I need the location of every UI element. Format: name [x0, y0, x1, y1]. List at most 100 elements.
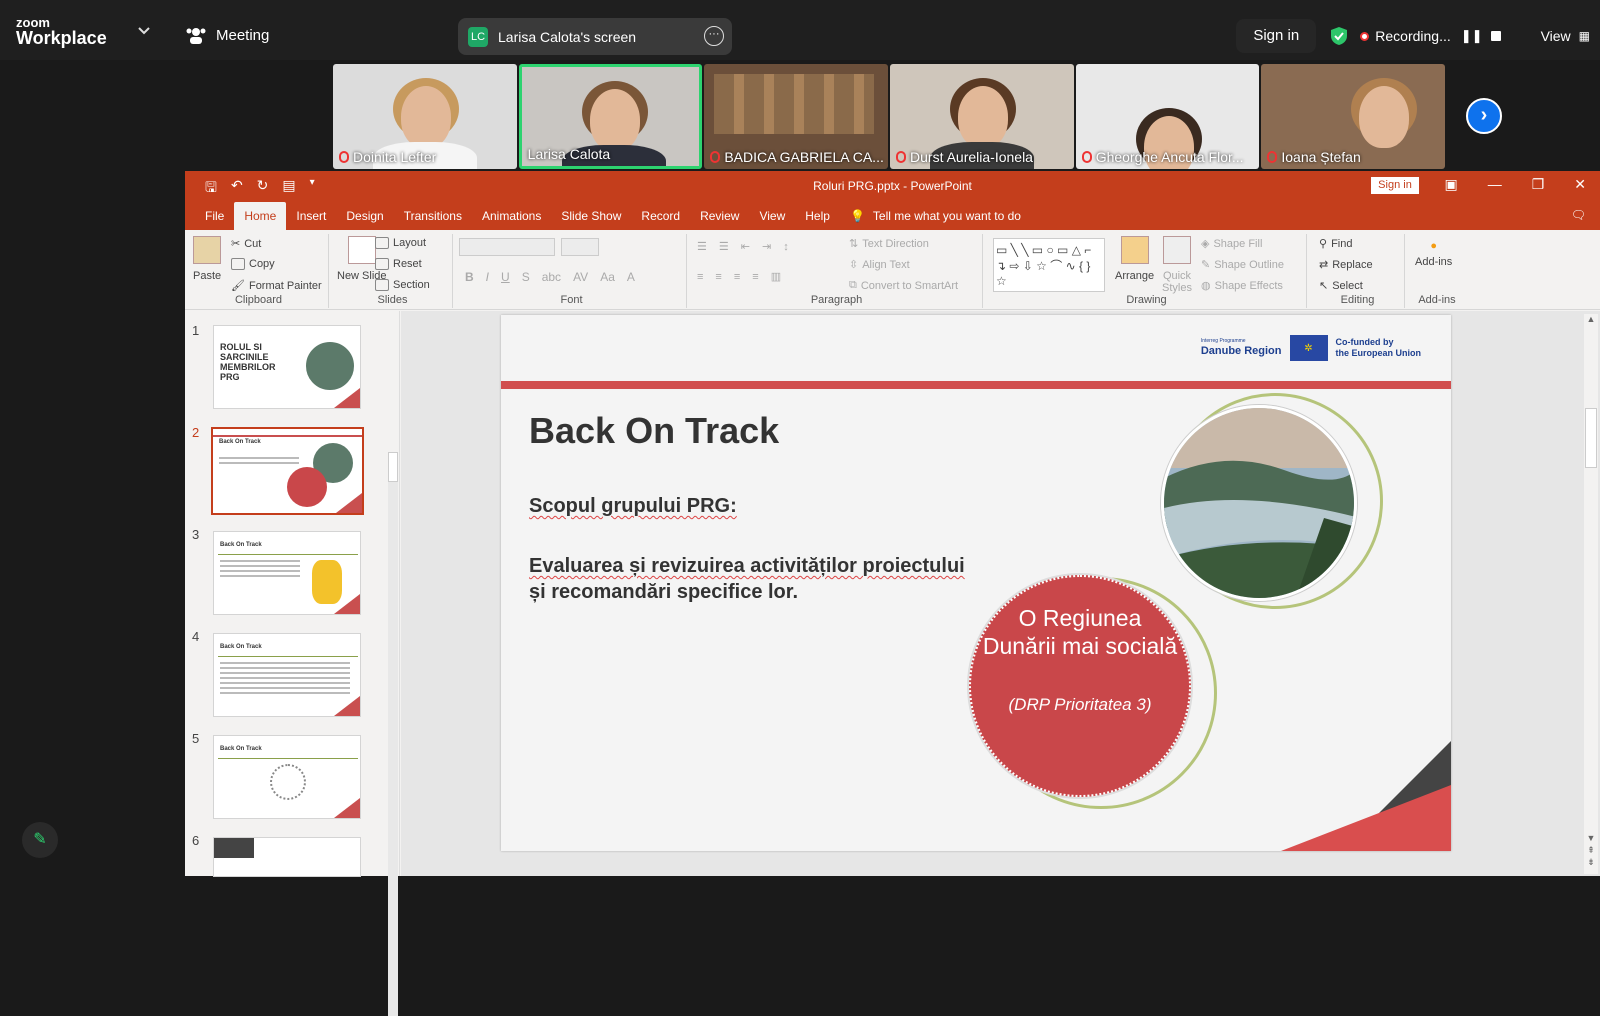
copy-button[interactable]: Copy — [231, 258, 275, 270]
more-options-icon[interactable]: ··· — [704, 26, 724, 46]
numbering-icon[interactable]: ☰ — [719, 240, 729, 253]
layout-button[interactable]: Layout — [375, 237, 426, 249]
tab-design[interactable]: Design — [336, 202, 393, 230]
align-center-icon[interactable]: ≡ — [715, 271, 721, 283]
tab-view[interactable]: View — [749, 202, 795, 230]
meeting-menu-button[interactable]: Meeting — [186, 26, 269, 44]
danube-river-photo[interactable] — [1161, 405, 1357, 601]
bullets-icon[interactable]: ☰ — [697, 240, 707, 253]
participant-tile[interactable]: Durst Aurelia-Ionela — [890, 64, 1074, 169]
tab-home[interactable]: Home — [234, 202, 287, 230]
priority-circle[interactable]: O Regiunea Dunării mai socială (DRP Prio… — [969, 575, 1191, 797]
slide-body[interactable]: Evaluarea și revizuirea activităților pr… — [529, 553, 1049, 605]
recording-status: Recording... — [1375, 28, 1451, 44]
strikethrough-icon[interactable]: abc — [542, 270, 561, 284]
ribbon-display-icon[interactable]: ▣ — [1444, 176, 1457, 193]
paste-button[interactable]: Paste — [193, 236, 221, 282]
scroll-thumb[interactable] — [388, 452, 398, 482]
editor-scrollbar[interactable]: ▲ ▼ ⇞ ⇟ — [1584, 314, 1598, 874]
format-painter-button[interactable]: 🖌 Format Painter — [231, 279, 322, 293]
line-spacing-icon[interactable]: ↕ — [783, 241, 789, 253]
tell-me-search[interactable]: 💡 Tell me what you want to do — [840, 202, 1031, 230]
shield-check-icon[interactable] — [1330, 26, 1348, 46]
scroll-down-icon[interactable]: ▼ ⇞ ⇟ — [1584, 832, 1598, 868]
annotate-pen-button[interactable]: ✎ — [22, 822, 58, 858]
gallery-next-button[interactable]: › — [1466, 98, 1502, 134]
participant-tile[interactable]: Ioana Ștefan — [1261, 64, 1446, 169]
arrange-button[interactable]: Arrange — [1115, 236, 1154, 282]
shape-effects-button[interactable]: ◍ Shape Effects — [1201, 279, 1283, 293]
justify-icon[interactable]: ≡ — [752, 271, 758, 283]
tab-slide-show[interactable]: Slide Show — [551, 202, 631, 230]
tab-animations[interactable]: Animations — [472, 202, 551, 230]
text-direction-button[interactable]: ⇅ Text Direction — [849, 237, 929, 251]
tab-record[interactable]: Record — [631, 202, 690, 230]
convert-smartart-button[interactable]: ⧉ Convert to SmartArt — [849, 279, 958, 292]
cut-button[interactable]: ✂ Cut — [231, 237, 262, 251]
shape-fill-button[interactable]: ◈ Shape Fill — [1201, 237, 1262, 251]
underline-icon[interactable]: U — [501, 270, 510, 284]
lightbulb-icon: 💡 — [849, 209, 865, 223]
font-family-select[interactable] — [459, 238, 555, 256]
participant-tile[interactable]: BADICA GABRIELA CA... — [704, 64, 889, 169]
share-label: Larisa Calota's screen — [498, 28, 637, 45]
decrease-indent-icon[interactable]: ⇤ — [741, 240, 750, 253]
comments-icon[interactable]: 🗨 — [1571, 208, 1586, 222]
character-spacing-icon[interactable]: AV — [573, 270, 588, 284]
slide-thumbnail[interactable]: ROLUL SI SARCINILE MEMBRILOR PRG — [213, 325, 361, 409]
cut-label: Cut — [244, 237, 262, 250]
slide-thumbnail[interactable] — [213, 837, 361, 877]
slide-thumbnail[interactable]: Back On Track — [213, 531, 361, 615]
slide-thumbnail[interactable]: Back On Track — [213, 633, 361, 717]
bold-icon[interactable]: B — [465, 270, 474, 284]
increase-indent-icon[interactable]: ⇥ — [762, 240, 771, 253]
columns-icon[interactable]: ▥ — [771, 270, 781, 283]
font-color-icon[interactable]: A — [627, 270, 635, 284]
tab-file[interactable]: File — [195, 202, 234, 230]
shared-screen-pill[interactable]: LC Larisa Calota's screen ··· — [458, 18, 732, 55]
shapes-gallery[interactable]: ▭ ╲ ╲ ▭ ○ ▭ △ ⌐ ↴ ⇨ ⇩ ☆ ⌒ ∿ { } ☆ — [993, 238, 1105, 292]
tab-transitions[interactable]: Transitions — [394, 202, 472, 230]
participant-tile[interactable]: Doinita Lefter — [333, 64, 517, 169]
thumbnail-scrollbar[interactable] — [388, 452, 398, 1016]
font-size-select[interactable] — [561, 238, 599, 256]
find-button[interactable]: ⚲ Find — [1319, 237, 1352, 251]
align-text-icon: ⇳ — [849, 259, 859, 271]
change-case-icon[interactable]: Aa — [600, 270, 615, 284]
slide-thumbnail-selected[interactable]: Back On Track — [211, 427, 364, 515]
reset-button[interactable]: Reset — [375, 258, 422, 270]
replace-button[interactable]: ⇄ Replace — [1319, 258, 1373, 272]
tab-review[interactable]: Review — [690, 202, 749, 230]
scroll-thumb[interactable] — [1585, 408, 1597, 468]
zoom-top-bar: zoom Workplace Meeting LC Larisa Calota'… — [0, 0, 1600, 60]
shape-outline-button[interactable]: ✎ Shape Outline — [1201, 258, 1284, 272]
align-right-icon[interactable]: ≡ — [734, 271, 740, 283]
chevron-down-icon[interactable] — [138, 26, 150, 36]
close-icon[interactable]: ✕ — [1574, 176, 1586, 193]
current-slide[interactable]: Interreg Programme Danube Region ✲ Co-fun… — [501, 315, 1451, 851]
ppt-sign-in-button[interactable]: Sign in — [1371, 177, 1419, 194]
align-left-icon[interactable]: ≡ — [697, 271, 703, 283]
quick-styles-button[interactable]: Quick Styles — [1159, 236, 1195, 294]
slide-title[interactable]: Back On Track — [529, 410, 779, 452]
align-text-button[interactable]: ⇳ Align Text — [849, 258, 910, 272]
slide-thumbnail[interactable]: Back On Track — [213, 735, 361, 819]
select-button[interactable]: ↖ Select — [1319, 279, 1363, 293]
minimize-icon[interactable]: — — [1488, 176, 1502, 193]
participant-tile[interactable]: Larisa Calota — [518, 64, 703, 169]
slide-subtitle[interactable]: Scopul grupului PRG: — [529, 495, 737, 518]
section-button[interactable]: Section — [375, 279, 430, 291]
addins-button[interactable]: ● Add-ins — [1415, 240, 1452, 268]
participant-tile[interactable]: Gheorghe Ancuta Flor... — [1075, 64, 1260, 169]
italic-icon[interactable]: I — [486, 270, 489, 284]
powerpoint-window: 🖫 ↶ ↻ ▤ ▾ Roluri PRG.pptx - PowerPoint S… — [185, 171, 1600, 1016]
tab-help[interactable]: Help — [795, 202, 840, 230]
shadow-icon[interactable]: S — [522, 270, 530, 284]
scroll-up-icon[interactable]: ▲ — [1584, 314, 1598, 326]
stop-recording-icon[interactable] — [1490, 31, 1501, 41]
view-button[interactable]: View ▦ — [1541, 28, 1590, 44]
tab-insert[interactable]: Insert — [286, 202, 336, 230]
sign-in-button[interactable]: Sign in — [1236, 19, 1317, 53]
pause-recording-icon[interactable]: ❚❚ — [1461, 28, 1483, 44]
restore-icon[interactable]: ❐ — [1532, 176, 1545, 193]
